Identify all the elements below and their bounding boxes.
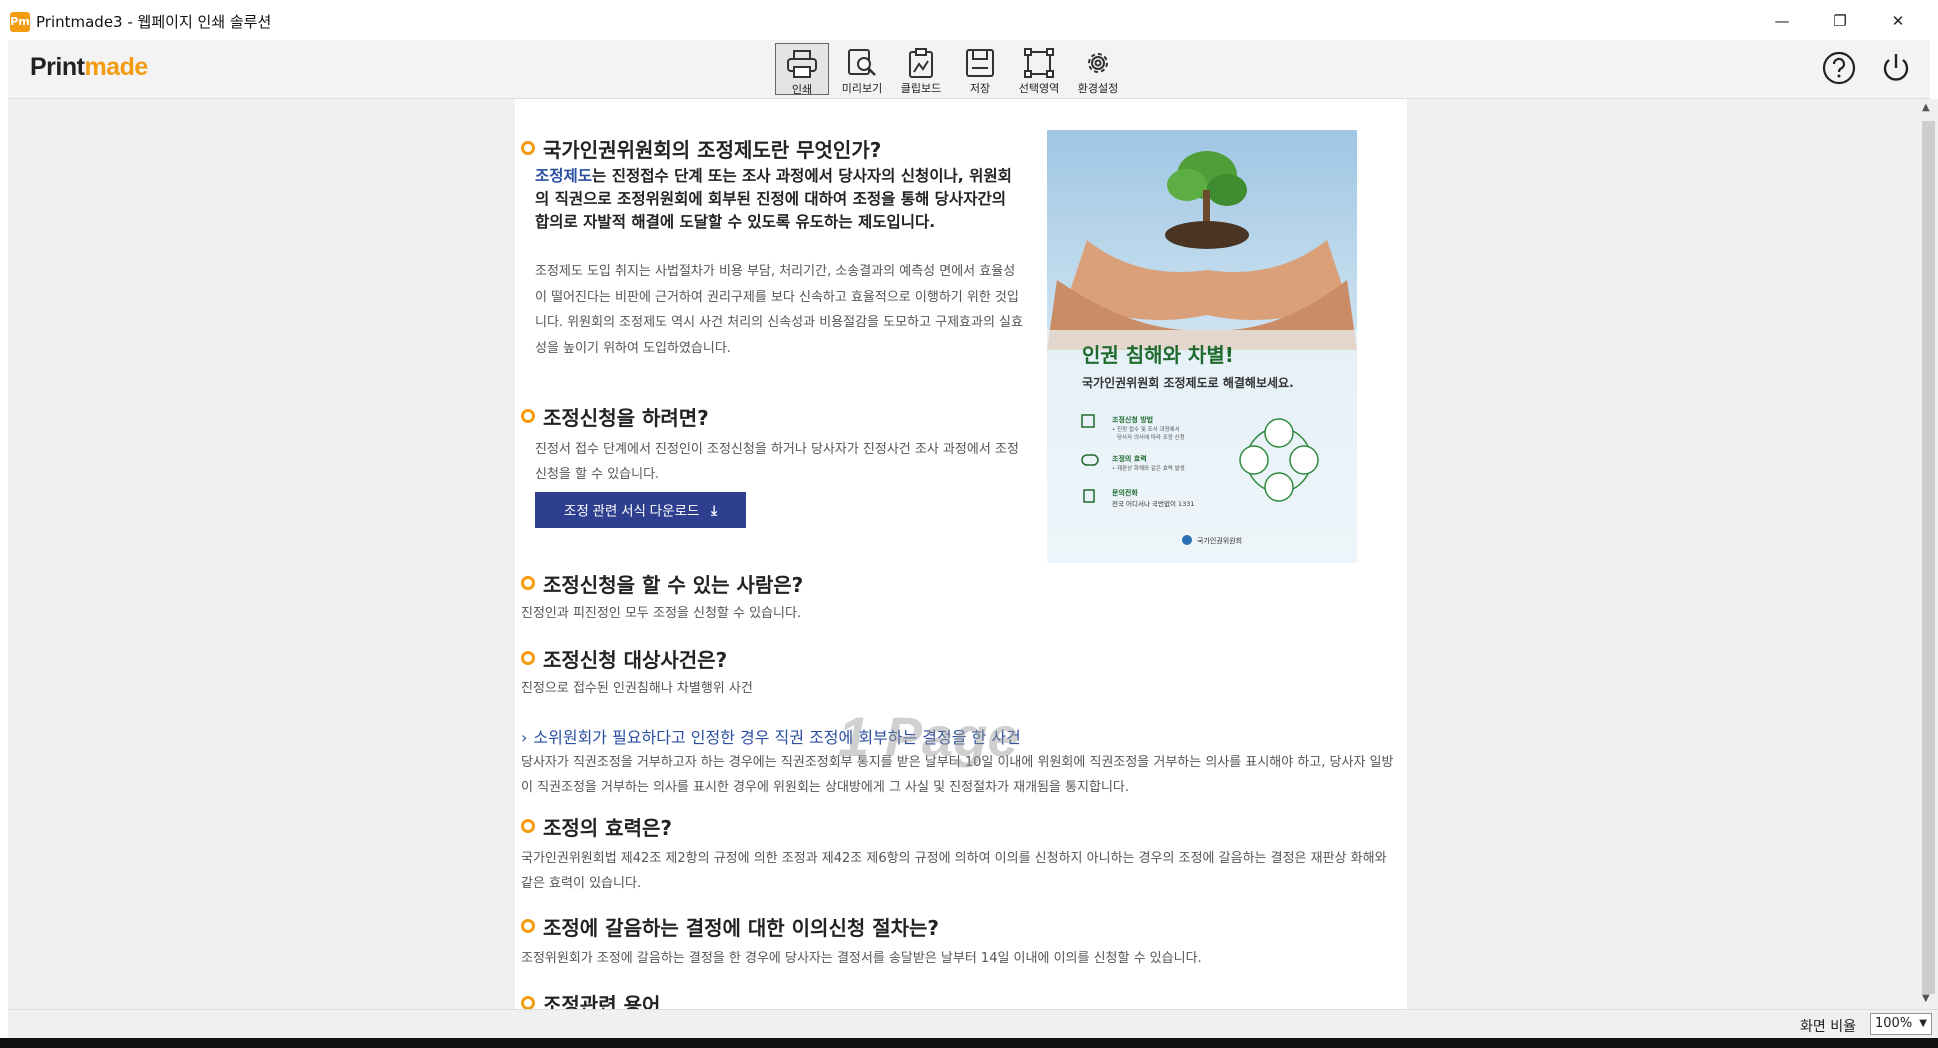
selection-area-button[interactable]: 선택영역 [1011, 43, 1067, 95]
poster-row-3-desc1: 전국 어디서나 국번없이 1331 [1112, 499, 1195, 508]
poster-headline: 인권 침해와 차별! [1082, 343, 1234, 367]
clipboard-label: 클립보드 [900, 82, 942, 95]
print-button[interactable]: 인쇄 [775, 43, 829, 96]
app-logo-icon: Pm [10, 12, 30, 32]
main-toolbar: Printmade 인쇄 미리보기 클립보드 저장 선택영역 환경설정 [8, 40, 1930, 99]
maximize-button[interactable]: ❐ [1820, 8, 1860, 34]
section-6-body: 조정위원회가 조정에 갈음하는 결정을 한 경우에 당사자는 결정서를 송달받은… [521, 951, 1202, 966]
section-title-3: 조정신청을 할 수 있는 사람은? [521, 569, 803, 598]
gear-icon [1088, 53, 1108, 73]
settings-label: 환경설정 [1077, 82, 1119, 95]
preview-page: 국가인권위원회의 조정제도란 무엇인가? 조정제도는 진정접수 단계 또는 조사… [515, 99, 1407, 1009]
selection-area-label: 선택영역 [1018, 82, 1060, 95]
preview-button[interactable]: 미리보기 [834, 43, 890, 95]
poster-footer-logo: 국가인권위원회 [1197, 536, 1242, 545]
printer-icon [787, 50, 817, 78]
bullet-icon [521, 651, 535, 665]
bullet-icon [521, 141, 535, 155]
poster-row-1-title: 조정신청 방법 [1112, 415, 1153, 424]
bullet-icon [521, 576, 535, 590]
scrollbar-thumb[interactable] [1922, 121, 1935, 994]
help-button[interactable] [1821, 50, 1857, 86]
section-title-6: 조정에 갈음하는 결정에 대한 이의신청 절차는? [521, 912, 939, 941]
scroll-down-icon[interactable]: ▼ [1922, 993, 1930, 1004]
brand-logo: Printmade [30, 53, 148, 81]
selection-area-icon [1024, 48, 1054, 78]
preview-label: 미리보기 [841, 82, 883, 95]
chevron-right-icon: › [521, 728, 528, 747]
section-title-5: 조정의 효력은? [521, 812, 672, 841]
power-icon [1883, 54, 1909, 81]
page-number-watermark: 1 Page [838, 705, 1019, 768]
section-5-body: 국가인권위원회법 제42조 제2항의 규정에 의한 조정과 제42조 제6항의 … [521, 851, 1387, 891]
save-button[interactable]: 저장 [952, 43, 1008, 95]
zoom-select[interactable]: 100% ▼ [1870, 1013, 1932, 1035]
preview-magnifier-icon [848, 49, 876, 76]
section-title-1: 국가인권위원회의 조정제도란 무엇인가? [521, 134, 881, 163]
download-forms-button[interactable]: 조정 관련 서식 다운로드 ⤓ [535, 492, 746, 528]
help-icon [1822, 51, 1856, 85]
campaign-poster: 인권 침해와 차별! 국가인권위원회 조정제도로 해결해보세요. 조정신청 방법… [1047, 130, 1357, 563]
poster-subheadline: 국가인권위원회 조정제도로 해결해보세요. [1082, 375, 1294, 390]
settings-button[interactable]: 환경설정 [1070, 43, 1126, 95]
print-label: 인쇄 [791, 83, 813, 96]
close-button[interactable]: ✕ [1878, 8, 1918, 34]
poster-row-1-desc2: 당사자 의사에 따라 조정 신청 [1117, 433, 1185, 441]
vertical-scrollbar[interactable]: ▲ ▼ [1918, 99, 1938, 1009]
section-title-2: 조정신청을 하려면? [521, 402, 709, 431]
download-icon: ⤓ [711, 503, 718, 519]
lead-paragraph: 조정제도는 진정접수 단계 또는 조사 과정에서 당사자의 신청이나, 위원회의… [535, 167, 1012, 231]
section-1-body: 조정제도 도입 취지는 사법절차가 비용 부담, 처리기간, 소송결과의 예측성… [535, 264, 1023, 356]
section-title-7: 조정관련 용어 [521, 989, 660, 1009]
power-button[interactable] [1878, 50, 1914, 86]
save-disk-icon [966, 49, 994, 77]
minimize-button[interactable]: — [1762, 8, 1802, 34]
status-bar: 화면 비율 100% ▼ [8, 1009, 1938, 1038]
section-4-body: 진정으로 접수된 인권침해나 차별행위 사건 [521, 681, 753, 696]
section-title-4: 조정신청 대상사건은? [521, 644, 727, 673]
poster-row-1-desc1: • 진정 접수 및 조사 과정에서 [1112, 425, 1180, 433]
poster-row-2-title: 조정의 효력 [1112, 454, 1147, 463]
poster-row-3-title: 문의전화 [1112, 488, 1138, 497]
poster-row-2-desc1: • 재판상 화해와 같은 효력 발생 [1112, 464, 1185, 472]
bullet-icon [521, 919, 535, 933]
bullet-icon [521, 819, 535, 833]
clipboard-button[interactable]: 클립보드 [893, 43, 949, 95]
lead-link[interactable]: 조정제도 [535, 167, 592, 185]
window-titlebar: Pm Printmade3 - 웹페이지 인쇄 솔루션 — ❐ ✕ [0, 0, 1938, 40]
window-title: Printmade3 - 웹페이지 인쇄 솔루션 [36, 13, 272, 31]
bullet-icon [521, 996, 535, 1009]
section-2-body: 진정서 접수 단계에서 진정인이 조정신청을 하거나 당사자가 진정사건 조사 … [535, 442, 1019, 482]
taskbar-strip [0, 1038, 1938, 1048]
bullet-icon [521, 409, 535, 423]
zoom-label: 화면 비율 [1800, 1019, 1856, 1035]
chevron-down-icon: ▼ [1919, 1018, 1927, 1029]
scroll-up-icon[interactable]: ▲ [1922, 102, 1930, 113]
save-label: 저장 [969, 82, 991, 95]
preview-viewport[interactable]: 국가인권위원회의 조정제도란 무엇인가? 조정제도는 진정접수 단계 또는 조사… [8, 99, 1938, 1009]
section-3-body: 진정인과 피진정인 모두 조정을 신청할 수 있습니다. [521, 606, 802, 621]
clipboard-icon [909, 48, 933, 78]
